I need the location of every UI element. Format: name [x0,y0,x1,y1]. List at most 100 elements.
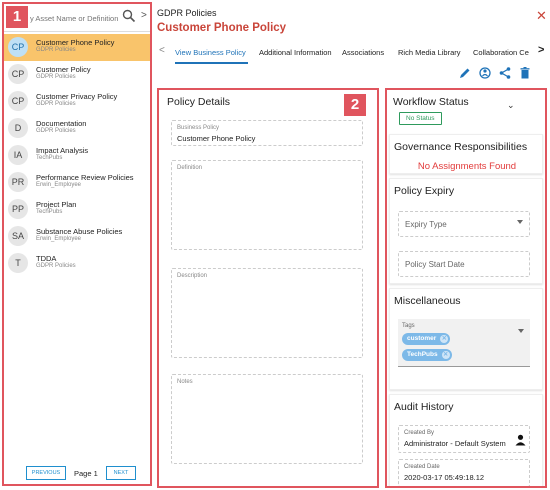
tab-view-business-policy[interactable]: View Business Policy [175,48,246,57]
tab-associations[interactable]: Associations [342,48,384,57]
expiry-type-select[interactable]: Expiry Type [398,211,530,237]
no-assignments-message: No Assignments Found [417,161,517,172]
avatar: SA [8,226,28,246]
asset-source: GDPR Policies [36,101,76,107]
workflow-status-title: Workflow Status [393,96,469,108]
asset-list-item[interactable]: PR Performance Review Policies Erwin_Emplo… [4,169,150,196]
field-label: Notes [177,379,193,385]
asset-name: Documentation [36,119,87,128]
policy-details-title: Policy Details [167,96,231,108]
asset-name: TDDA [36,254,57,263]
created-by-label: Created By [404,430,435,436]
asset-list-item[interactable]: CP Customer Policy GDPR Policies [4,61,150,88]
asset-list-item[interactable]: T TDDA GDPR Policies [4,250,150,277]
dropdown-arrow-icon [518,329,524,333]
remove-tag-icon[interactable]: ✕ [440,335,449,343]
tag-chip-label: customer [407,335,437,342]
asset-name: Customer Policy [36,65,91,74]
field-value: Customer Phone Policy [177,134,256,143]
tag-chip-label: TechPubs [407,351,438,358]
asset-source: TechPubs [36,209,63,215]
asset-list-item[interactable]: SA Substance Abuse Policies Erwin_Employee [4,223,150,250]
field-label: Description [177,273,208,279]
asset-source: Erwin_Employee [36,236,82,242]
workflow-icon[interactable] [478,66,492,80]
asset-list-item[interactable]: PP Project Plan TechPubs [4,196,150,223]
avatar: PP [8,199,28,219]
asset-list-item[interactable]: CP Customer Phone Policy GDPR Policies [4,34,150,61]
field-label: Business Policy [177,125,220,131]
avatar: D [8,118,28,138]
audit-history-title: Audit History [394,401,454,413]
chevron-down-icon[interactable]: ⌄ [507,100,515,111]
tab-rich-media-library[interactable]: Rich Media Library [398,48,461,57]
policy-start-date-input[interactable]: Policy Start Date [398,251,530,277]
asset-name: Impact Analysis [36,146,89,155]
asset-list-item[interactable]: CP Customer Privacy Policy GDPR Policies [4,88,150,115]
delete-icon[interactable] [518,66,532,80]
policy-start-date-placeholder: Policy Start Date [405,260,465,269]
tab-scroll-left-icon[interactable]: < [159,45,165,56]
tab-bar: < View Business Policy Additional Inform… [155,40,550,64]
tag-chip[interactable]: customer ✕ [402,333,451,345]
callout-badge-1: 1 [6,6,28,28]
breadcrumb[interactable]: GDPR Policies [157,8,217,18]
notes-field[interactable]: Notes [171,374,363,464]
collapse-panel-icon[interactable]: > [141,10,147,21]
asset-source: GDPR Policies [36,263,76,269]
next-page-button[interactable]: NEXT [106,466,136,480]
edit-icon[interactable] [458,66,472,80]
asset-source: GDPR Policies [36,74,76,80]
miscellaneous-title: Miscellaneous [394,295,461,307]
field-label: Definition [177,165,203,171]
created-by-value: Administrator - Default System [404,439,506,448]
governance-card: Governance Responsibilities No Assignmen… [389,134,543,174]
asset-list-panel: > 1 CPCustomer Phone PolicyGDPR Policies… [2,2,152,486]
dropdown-arrow-icon [517,220,523,224]
status-badge: No Status [399,112,442,125]
search-input[interactable] [30,9,122,27]
share-icon[interactable] [498,66,512,80]
created-by-field: Created By Administrator - Default Syste… [398,425,530,453]
tag-chip[interactable]: TechPubs ✕ [402,349,452,361]
asset-name: Performance Review Policies [36,173,134,182]
tags-select[interactable]: Tags customer ✕ TechPubs ✕ [398,319,530,367]
asset-list: CP Customer Phone Policy GDPR Policies CP Cu… [4,34,150,277]
user-icon [515,433,526,451]
search-icon[interactable] [122,9,138,25]
created-date-label: Created Date [404,464,440,470]
policy-expiry-card: Policy Expiry Expiry Type Policy Start D… [389,178,543,284]
previous-page-button[interactable]: PREVIOUS [26,466,66,480]
remove-tag-icon[interactable]: ✕ [441,351,450,359]
avatar: CP [8,91,28,111]
asset-source: GDPR Policies [36,128,76,134]
avatar: PR [8,172,28,192]
avatar: T [8,253,28,273]
asset-list-item[interactable]: IA Impact Analysis TechPubs [4,142,150,169]
tab-additional-information[interactable]: Additional Information [259,48,332,57]
avatar: IA [8,145,28,165]
tab-scroll-right-icon[interactable]: > [538,44,544,56]
close-icon[interactable]: ✕ [536,8,547,24]
tags-label: Tags [402,323,415,329]
callout-badge-2: 2 [344,94,366,116]
avatar: CP [8,64,28,84]
properties-panel: 3 Workflow Status ⌄ No Status Governance… [385,88,547,488]
active-tab-indicator [175,62,248,64]
asset-list-item[interactable]: D Documentation GDPR Policies [4,115,150,142]
policy-details-panel: 2 Policy Details Business Policy Custome… [157,88,379,488]
description-field[interactable]: Description [171,268,363,358]
asset-name: Customer Privacy Policy [36,92,118,101]
page-indicator: Page 1 [74,469,98,478]
asset-source: TechPubs [36,155,63,161]
tab-collaboration[interactable]: Collaboration Ce [473,48,529,57]
created-date-value: 2020-03-17 05:49:18.12 [404,473,485,482]
business-policy-field[interactable]: Business Policy Customer Phone Policy [171,120,363,146]
policy-expiry-title: Policy Expiry [394,185,455,197]
asset-name: Customer Phone Policy [36,38,115,47]
asset-name: Project Plan [36,200,77,209]
miscellaneous-card: Miscellaneous Tags customer ✕ TechPubs ✕ [389,288,543,390]
audit-history-card: Audit History Created By Administrator -… [389,394,543,486]
definition-field[interactable]: Definition [171,160,363,250]
asset-source: Erwin_Employee [36,182,82,188]
